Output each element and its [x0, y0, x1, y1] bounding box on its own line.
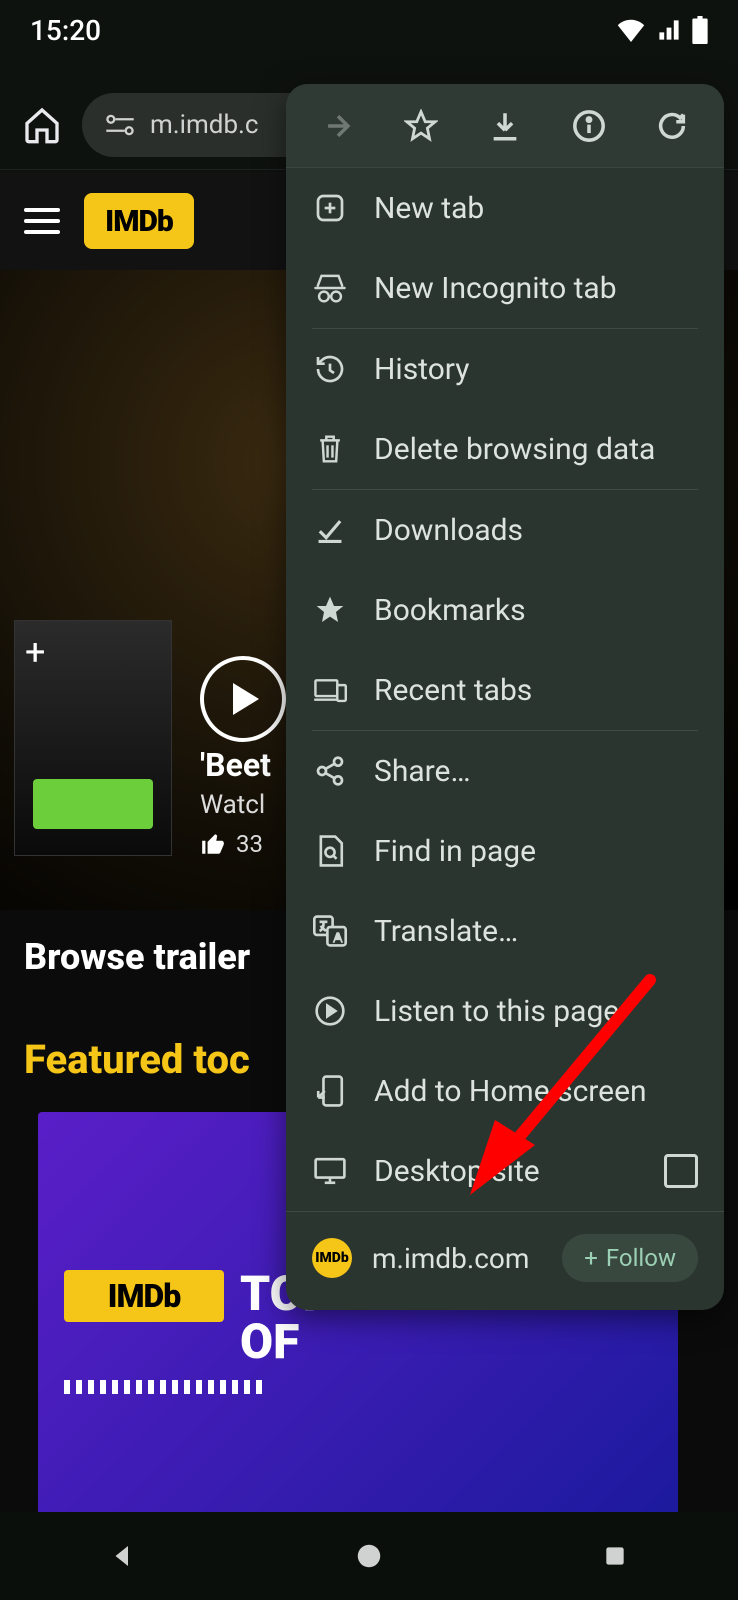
menu-recent-tabs[interactable]: Recent tabs	[286, 650, 724, 730]
menu-site-row[interactable]: IMDb m.imdb.com + Follow	[286, 1211, 724, 1310]
menu-label: History	[374, 352, 469, 387]
browser-overflow-menu: New tab New Incognito tab History Delete…	[286, 84, 724, 1310]
menu-listen[interactable]: Listen to this page	[286, 971, 724, 1051]
reload-icon	[655, 109, 689, 143]
poster-art	[33, 779, 153, 829]
menu-downloads[interactable]: Downloads	[286, 490, 724, 570]
back-icon	[108, 1541, 138, 1571]
desktop-site-checkbox[interactable]	[664, 1154, 698, 1188]
menu-add-to-home[interactable]: Add to Home screen	[286, 1051, 724, 1131]
hero-text: 'Beet Watcl	[200, 746, 271, 820]
menu-label: New tab	[374, 191, 484, 226]
follow-label: Follow	[606, 1244, 676, 1272]
home-button[interactable]	[20, 103, 64, 147]
square-icon	[602, 1543, 628, 1569]
clock: 15:20	[30, 14, 101, 47]
play-icon	[233, 683, 259, 715]
menu-label: Add to Home screen	[374, 1074, 647, 1109]
menu-label: Bookmarks	[374, 593, 526, 628]
check-underline-icon	[314, 516, 346, 544]
forward-icon	[321, 109, 355, 143]
desktop-icon	[313, 1156, 347, 1186]
play-circle-icon	[314, 995, 346, 1027]
site-settings-icon	[104, 113, 136, 137]
menu-share[interactable]: Share…	[286, 731, 724, 811]
status-bar: 15:20	[0, 0, 738, 60]
menu-history[interactable]: History	[286, 329, 724, 409]
translate-icon	[313, 915, 347, 947]
menu-delete-browsing-data[interactable]: Delete browsing data	[286, 409, 724, 489]
site-host: m.imdb.com	[372, 1242, 529, 1275]
devices-icon	[313, 676, 347, 704]
share-icon	[314, 755, 346, 787]
menu-new-tab[interactable]: New tab	[286, 168, 724, 248]
back-button[interactable]	[93, 1526, 153, 1586]
card-of-text: OF	[240, 1318, 334, 1366]
add-to-home-icon	[315, 1074, 345, 1108]
history-icon	[314, 353, 346, 385]
circle-icon	[354, 1541, 384, 1571]
add-to-watchlist-icon[interactable]: +	[25, 631, 45, 673]
menu-find-in-page[interactable]: Find in page	[286, 811, 724, 891]
home-icon	[22, 105, 62, 145]
menu-desktop-site[interactable]: Desktop site	[286, 1131, 724, 1211]
site-favicon: IMDb	[312, 1238, 352, 1278]
trash-icon	[315, 433, 345, 465]
menu-label: Recent tabs	[374, 673, 532, 708]
wifi-icon	[616, 18, 646, 42]
download-icon	[488, 109, 522, 143]
imdb-logo[interactable]: IMDb	[84, 193, 194, 249]
menu-label: Delete browsing data	[374, 432, 655, 467]
reload-button[interactable]	[643, 97, 701, 155]
menu-label: Downloads	[374, 513, 523, 548]
menu-label: Desktop site	[374, 1154, 540, 1189]
download-button[interactable]	[476, 97, 534, 155]
menu-top-row	[286, 84, 724, 168]
home-nav-button[interactable]	[339, 1526, 399, 1586]
info-icon	[572, 109, 606, 143]
hero-title: 'Beet	[200, 746, 271, 784]
menu-button[interactable]	[24, 208, 60, 234]
thumbs-up-icon	[200, 831, 226, 857]
menu-label: Find in page	[374, 834, 536, 869]
status-icons	[616, 16, 708, 44]
menu-bookmarks[interactable]: Bookmarks	[286, 570, 724, 650]
menu-label: New Incognito tab	[374, 271, 617, 306]
bookmark-button[interactable]	[392, 97, 450, 155]
plus-icon: +	[584, 1244, 598, 1272]
forward-button[interactable]	[309, 97, 367, 155]
card-logo: IMDb	[64, 1270, 224, 1322]
hero-likes[interactable]: 33	[200, 830, 263, 858]
find-in-page-icon	[315, 834, 345, 868]
recents-button[interactable]	[585, 1526, 645, 1586]
follow-button[interactable]: + Follow	[562, 1234, 698, 1282]
card-decoration	[64, 1380, 264, 1394]
new-tab-icon	[314, 192, 346, 224]
signal-icon	[656, 18, 682, 42]
likes-count: 33	[236, 830, 263, 858]
url-text: m.imdb.c	[150, 110, 259, 140]
star-filled-icon	[314, 594, 346, 626]
star-icon	[404, 109, 438, 143]
incognito-icon	[313, 273, 347, 303]
battery-icon	[692, 16, 708, 44]
menu-translate[interactable]: Translate…	[286, 891, 724, 971]
system-nav-bar	[0, 1512, 738, 1600]
menu-new-incognito[interactable]: New Incognito tab	[286, 248, 724, 328]
menu-label: Translate…	[374, 914, 518, 949]
menu-label: Share…	[374, 754, 471, 789]
menu-label: Listen to this page	[374, 994, 619, 1029]
hero-subtitle: Watcl	[200, 790, 271, 820]
play-button[interactable]	[200, 656, 286, 742]
poster-thumbnail[interactable]: +	[14, 620, 172, 856]
page-info-button[interactable]	[560, 97, 618, 155]
